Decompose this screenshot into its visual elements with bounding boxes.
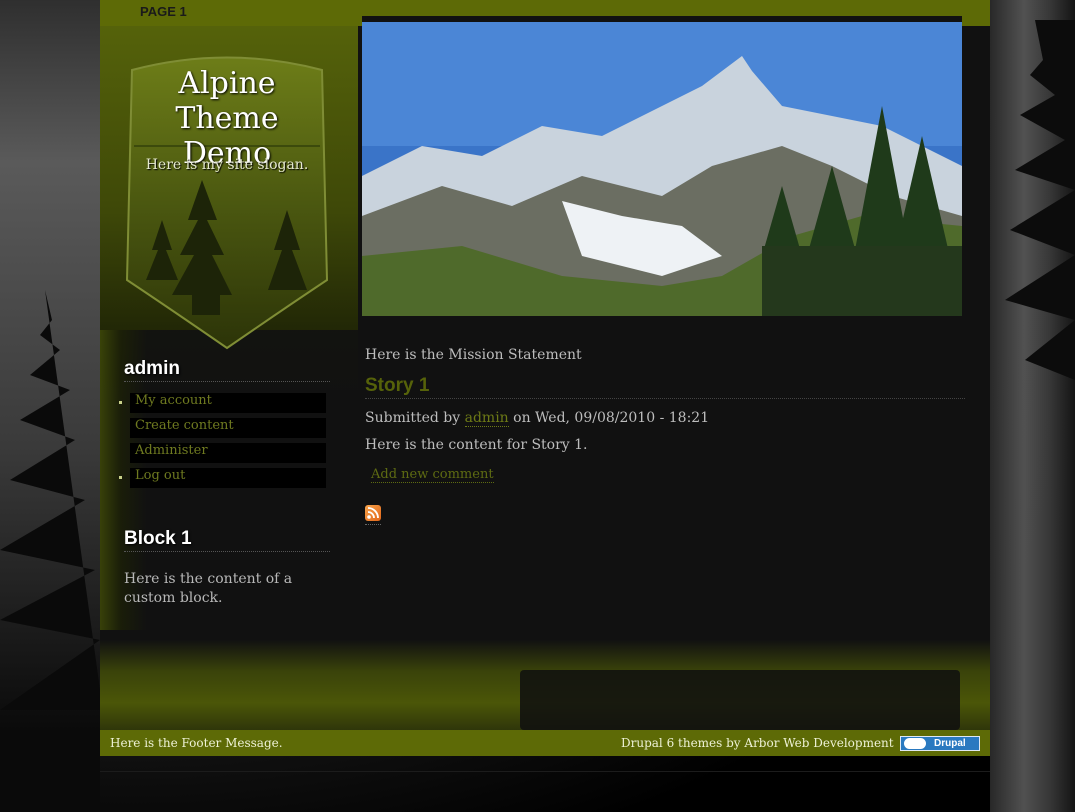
- tree-silhouette-right: [1005, 20, 1075, 380]
- story-title[interactable]: Story 1: [365, 375, 429, 397]
- menu-link-my-account[interactable]: My account: [130, 393, 326, 413]
- submitted-date: on Wed, 09/08/2010 - 18:21: [513, 410, 710, 426]
- drupal-drop-icon: [904, 738, 926, 749]
- site-name-line1: Alpine Theme: [175, 66, 279, 136]
- story-title-divider: [365, 398, 965, 399]
- menu-link-administer[interactable]: Administer: [130, 443, 326, 463]
- bottom-grunge-shadow: [520, 670, 960, 730]
- bullet-icon: [119, 401, 122, 404]
- add-comment-link[interactable]: Add new comment: [371, 467, 494, 483]
- footer-message: Here is the Footer Message.: [110, 736, 283, 750]
- user-block-divider: [124, 381, 330, 382]
- tree-silhouette-left: [0, 290, 100, 710]
- bullet-icon: [119, 476, 122, 479]
- mission-statement: Here is the Mission Statement: [365, 347, 582, 363]
- menu-item-my-account: My account: [116, 393, 326, 413]
- rss-icon[interactable]: [365, 505, 381, 521]
- story-body: Here is the content for Story 1.: [365, 437, 588, 453]
- rss-icon-glyph: [367, 507, 379, 519]
- drupal-badge[interactable]: Drupal: [900, 736, 980, 751]
- menu-item-administer: Administer: [116, 443, 326, 463]
- page-tab[interactable]: PAGE 1: [140, 4, 187, 19]
- menu-link-create-content[interactable]: Create content: [130, 418, 326, 438]
- mountain-banner-image: [362, 16, 962, 326]
- rss-underline: [365, 524, 381, 525]
- theme-credit-link[interactable]: Drupal 6 themes by Arbor Web Development: [621, 736, 894, 750]
- menu-item-log-out: Log out: [116, 468, 326, 488]
- footer: Here is the Footer Message. Drupal 6 the…: [100, 730, 990, 756]
- custom-block-title: Block 1: [124, 528, 192, 549]
- user-block-title: admin: [124, 358, 180, 379]
- menu-item-create-content: Create content: [116, 418, 326, 438]
- menu-link-log-out[interactable]: Log out: [130, 468, 326, 488]
- story-submitted-info: Submitted by admin on Wed, 09/08/2010 - …: [365, 410, 710, 427]
- submitted-prefix: Submitted by: [365, 410, 461, 426]
- drupal-badge-label: Drupal: [934, 738, 966, 749]
- site-name[interactable]: Alpine Theme Demo: [126, 66, 328, 171]
- site-slogan: Here is my site slogan.: [145, 157, 309, 173]
- author-link[interactable]: admin: [464, 410, 509, 427]
- custom-block-divider: [124, 551, 330, 552]
- user-menu: My account Create content Administer Log…: [116, 393, 326, 493]
- page-container: PAGE 1 Alpine Theme Demo Here is my site…: [100, 0, 990, 756]
- custom-block-text: Here is the content of a custom block.: [124, 571, 293, 606]
- bottom-line: [100, 771, 990, 772]
